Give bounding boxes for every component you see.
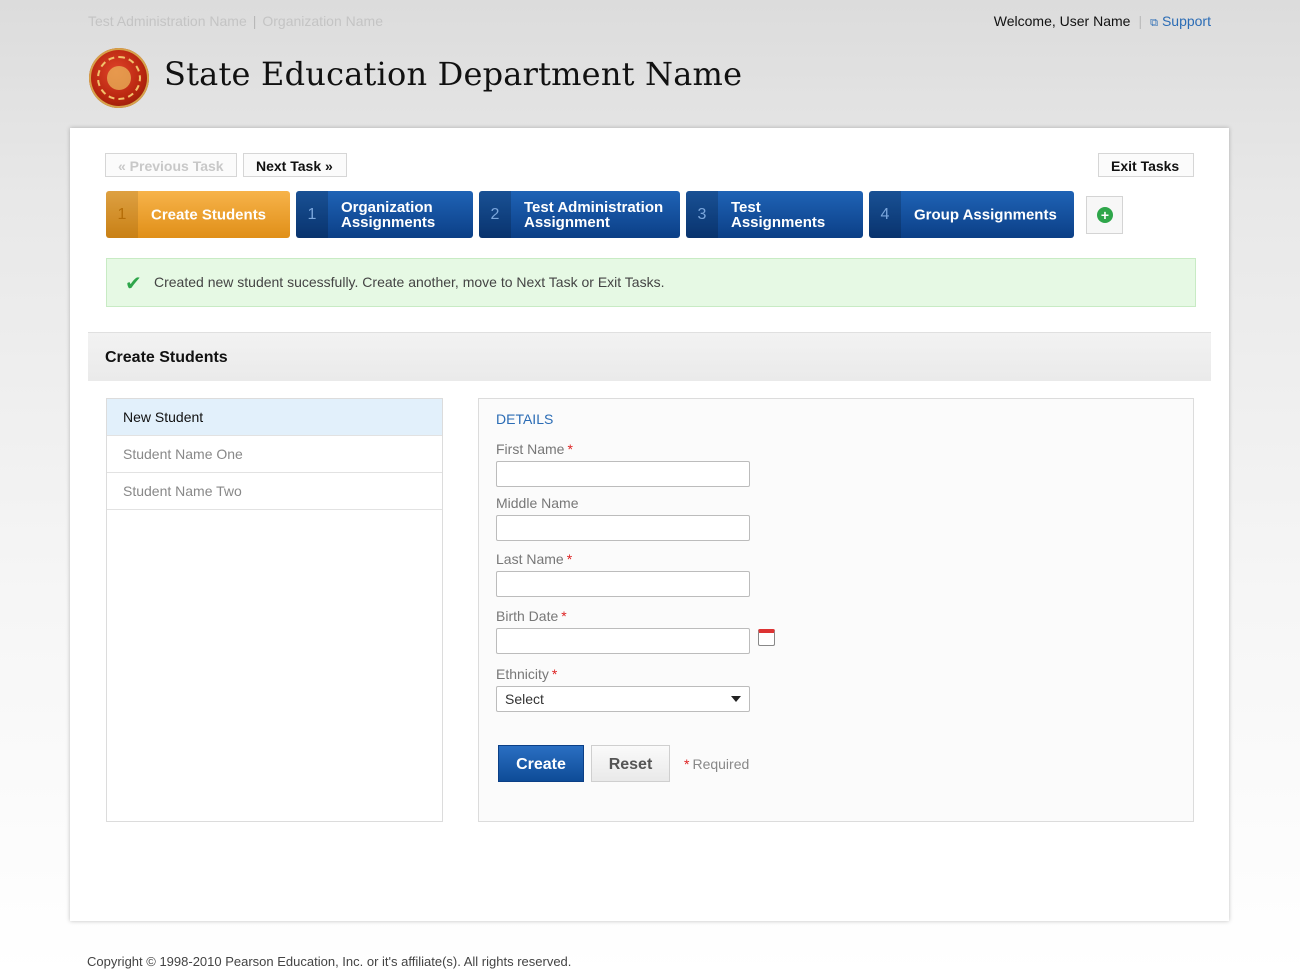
step-number: 3 [686, 191, 718, 238]
external-link-icon: ⧉ [1150, 17, 1158, 29]
ethnicity-selected-value: Select [505, 691, 544, 707]
copyright-text: Copyright © 1998-2010 Pearson Education,… [87, 954, 572, 969]
required-star: * [684, 756, 690, 772]
support-link[interactable]: ⧉ Support [1150, 13, 1211, 29]
chevron-down-icon [731, 696, 741, 702]
ethnicity-select[interactable]: Select [496, 686, 750, 712]
details-heading: DETAILS [496, 411, 554, 427]
create-button[interactable]: Create [498, 745, 584, 782]
add-task-button[interactable]: + [1086, 196, 1123, 234]
department-title: State Education Department Name [164, 55, 743, 93]
alert-message: Created new student sucessfully. Create … [154, 274, 665, 290]
student-list-item[interactable]: New Student [107, 399, 442, 436]
ethnicity-label: Ethnicity * [496, 666, 558, 682]
header-user-area: Welcome, User Name | ⧉ Support [994, 13, 1211, 30]
step-label: Test Assignments [731, 198, 826, 231]
step-label: Group Assignments [914, 206, 1057, 223]
birth-date-label: Birth Date * [496, 608, 567, 624]
next-task-button[interactable]: Next Task » [243, 153, 347, 177]
birth-date-field[interactable] [496, 628, 750, 654]
section-header: Create Students [88, 332, 1211, 381]
seal-core [107, 66, 131, 90]
state-seal-logo [89, 48, 149, 108]
first-name-field[interactable] [496, 461, 750, 487]
header-divider: | [1138, 13, 1143, 29]
required-note: * Required [684, 756, 750, 772]
step-test-assignments[interactable]: 3 Test Assignments [686, 191, 863, 238]
required-star: * [551, 666, 558, 682]
welcome-text: Welcome, User Name [993, 13, 1131, 29]
step-create-students[interactable]: 1 Create Students [106, 191, 290, 238]
step-organization-assignments[interactable]: 1 Organization Assignments [296, 191, 473, 238]
first-name-label: First Name * [496, 441, 573, 457]
step-number: 4 [869, 191, 901, 238]
required-star: * [566, 551, 573, 567]
header-breadcrumb: Test Administration Name | Organization Na… [88, 13, 383, 29]
required-star: * [567, 441, 573, 457]
student-list: New Student Student Name One Student Nam… [106, 398, 443, 822]
student-list-item[interactable]: Student Name One [107, 436, 442, 473]
main-card: « Previous Task Next Task » Exit Tasks 1… [70, 128, 1229, 921]
student-list-item[interactable]: Student Name Two [107, 473, 442, 510]
calendar-icon[interactable] [758, 629, 775, 646]
details-panel: DETAILS First Name * Middle Name Last Nam… [478, 398, 1194, 822]
step-test-administration-assignment[interactable]: 2 Test Administration Assignment [479, 191, 680, 238]
step-number: 2 [479, 191, 511, 238]
organization-name: Organization Name [262, 13, 383, 29]
test-administration-name: Test Administration Name [88, 13, 247, 29]
step-number: 1 [296, 191, 328, 238]
reset-button[interactable]: Reset [591, 745, 670, 782]
step-group-assignments[interactable]: 4 Group Assignments [869, 191, 1074, 238]
plus-icon: + [1097, 207, 1113, 223]
exit-tasks-button[interactable]: Exit Tasks [1098, 153, 1194, 177]
required-star: * [561, 608, 567, 624]
support-label: Support [1161, 13, 1211, 29]
step-label: Organization Assignments [341, 198, 436, 231]
step-number: 1 [106, 191, 138, 238]
middle-name-label: Middle Name [496, 495, 579, 511]
previous-task-button[interactable]: « Previous Task [105, 153, 237, 177]
last-name-label: Last Name * [496, 551, 573, 567]
section-title: Create Students [105, 349, 228, 366]
middle-name-field[interactable] [496, 515, 750, 541]
header-separator: | [252, 13, 257, 29]
step-label: Test Administration Assignment [524, 198, 664, 231]
step-label: Create Students [151, 206, 267, 223]
last-name-field[interactable] [496, 571, 750, 597]
success-alert: ✔ Created new student sucessfully. Creat… [106, 258, 1196, 307]
checkmark-icon: ✔ [125, 273, 142, 295]
